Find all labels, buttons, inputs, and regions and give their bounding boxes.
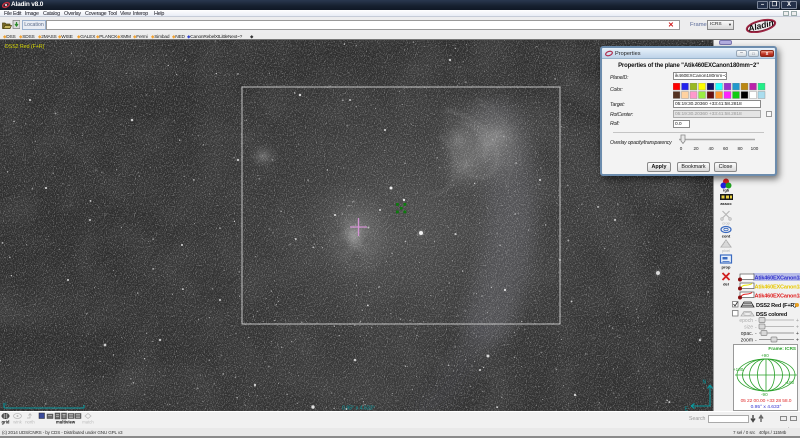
svg-text:+180: +180 (733, 367, 744, 372)
svg-text:+: + (796, 331, 799, 337)
svg-text:20: 20 (693, 146, 699, 151)
svg-text:size: size (744, 325, 753, 331)
svg-text:multiview: multiview (56, 420, 76, 425)
svg-text:60: 60 (723, 146, 729, 151)
svg-text:-: - (755, 325, 757, 331)
svg-text:-: - (755, 338, 757, 344)
svg-text:del: del (723, 282, 729, 287)
svg-text:0.95° x 4.633°: 0.95° x 4.633° (751, 404, 782, 410)
svg-text:-: - (755, 331, 757, 337)
svg-text:80: 80 (737, 146, 743, 151)
svg-text:Atik460EXCanon18: Atik460EXCanon18 (755, 285, 800, 291)
svg-text:+90: +90 (761, 353, 769, 358)
svg-text:05 22 00.00 +33 28 58.0: 05 22 00.00 +33 28 58.0 (741, 398, 792, 404)
svg-text:epoch: epoch (739, 318, 753, 324)
svg-text:-: - (755, 318, 757, 324)
svg-text:assoc: assoc (720, 201, 732, 206)
svg-text:rgb: rgb (723, 188, 730, 193)
svg-text:+: + (796, 338, 799, 344)
svg-text:opac.: opac. (741, 331, 753, 337)
svg-text:Frame: ICRS: Frame: ICRS (768, 346, 796, 351)
svg-text:N: N (703, 380, 707, 386)
svg-text:pixel: pixel (722, 248, 730, 253)
svg-text:-180: -180 (785, 380, 795, 385)
svg-text:Atik460EXCanon18: Atik460EXCanon18 (755, 294, 800, 300)
svg-text:DSS2 Red (F+R): DSS2 Red (F+R) (5, 44, 45, 50)
svg-text:grid: grid (2, 420, 10, 425)
svg-text:crop: crop (722, 221, 731, 226)
svg-text:100: 100 (751, 146, 759, 151)
svg-text:+: + (796, 325, 799, 331)
svg-text:DSS2 Red (F+R): DSS2 Red (F+R) (756, 303, 796, 309)
svg-text:cont: cont (722, 234, 731, 239)
svg-text:c: c (5, 401, 7, 406)
svg-text:north: north (25, 420, 35, 425)
svg-text:match: match (82, 420, 94, 425)
svg-text:Atik460EXCanon18: Atik460EXCanon18 (755, 276, 800, 282)
svg-text:+: + (796, 318, 799, 324)
svg-text:-90: -90 (761, 392, 768, 397)
svg-text:wink: wink (13, 420, 22, 425)
svg-text:prop: prop (722, 265, 731, 270)
svg-text:zoom: zoom (741, 338, 753, 344)
svg-text:40: 40 (708, 146, 714, 151)
svg-text:0: 0 (680, 146, 683, 151)
svg-text:Aladin: Aladin (746, 18, 775, 33)
